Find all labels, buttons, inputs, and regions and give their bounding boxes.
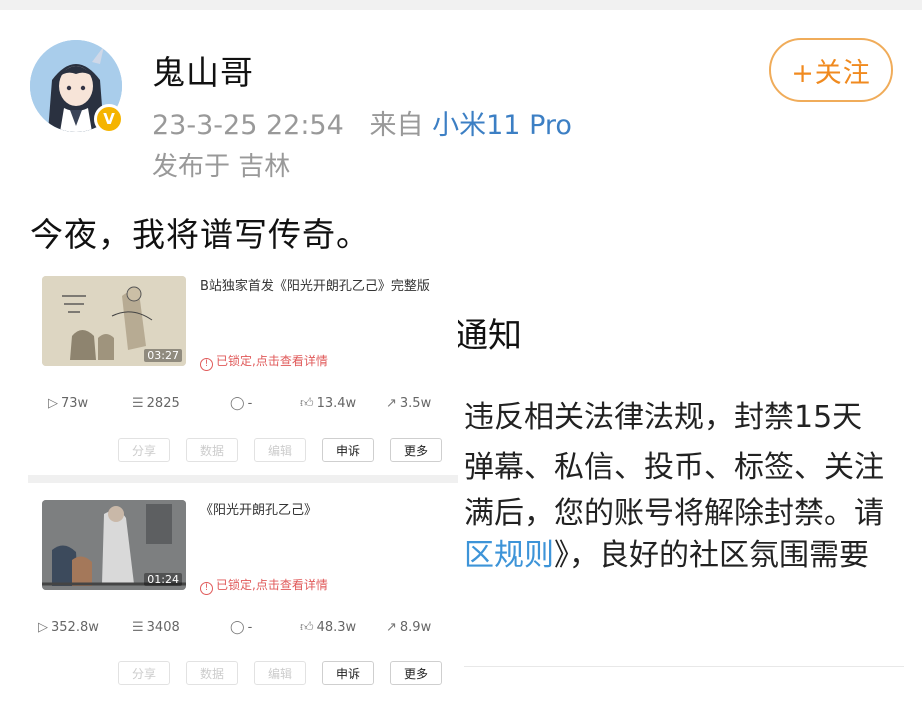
edit-button[interactable]: 编辑 [254, 661, 306, 685]
danmaku-count: 2825 [146, 396, 180, 411]
danmaku-icon: ☰ [132, 620, 144, 635]
edit-button[interactable]: 编辑 [254, 438, 306, 462]
comments-count: - [247, 396, 253, 411]
appeal-button[interactable]: 申诉 [322, 438, 374, 462]
notice-line: 满后，您的账号将解除封禁。请 [464, 496, 884, 531]
data-button[interactable]: 数据 [186, 438, 238, 462]
post-location: 发布于 吉林 [152, 152, 291, 182]
share-arrow-icon: ↗ [386, 396, 397, 411]
lock-notice[interactable]: ! 已锁定,点击查看详情 [200, 576, 328, 595]
follow-button[interactable]: +关注 [769, 38, 893, 102]
username[interactable]: 鬼山哥 [152, 46, 254, 94]
plays-count: 73w [61, 396, 89, 411]
video-title[interactable]: 《阳光开朗孔乙己》 [200, 500, 450, 521]
video-thumbnail[interactable]: 03:27 [42, 276, 186, 366]
video-thumbnail[interactable]: 01:24 [42, 500, 186, 590]
plays-stat: ▷ 352.8w [38, 620, 99, 635]
notice-line-rest: 》，良好的社区氛围需要 [554, 538, 869, 573]
comments-stat: ◯ - [230, 620, 252, 635]
post-timestamp: 23-3-25 22:54 [152, 110, 344, 141]
share-button[interactable]: 分享 [118, 438, 170, 462]
danmaku-stat: ☰ 2825 [132, 396, 180, 411]
shares-count: 8.9w [399, 620, 432, 635]
comments-count: - [247, 620, 253, 635]
plays-stat: ▷ 73w [48, 396, 88, 411]
lock-notice-text: 已锁定,点击查看详情 [216, 578, 328, 592]
card-separator [28, 475, 458, 483]
post-meta: 23-3-25 22:54 来自 小米11 Pro [152, 103, 572, 142]
alert-icon: ! [200, 358, 213, 371]
community-rules-link[interactable]: 区规则 [464, 538, 554, 573]
video-card[interactable]: 03:27 B站独家首发《阳光开朗孔乙己》完整版 ! 已锁定,点击查看详情 ▷ 73… [28, 262, 458, 475]
share-button[interactable]: 分享 [118, 661, 170, 685]
share-arrow-icon: ↗ [386, 620, 397, 635]
divider [464, 666, 904, 667]
appeal-button[interactable]: 申诉 [322, 661, 374, 685]
likes-count: 48.3w [316, 620, 357, 635]
source-prefix: 来自 [369, 110, 424, 141]
comment-icon: ◯ [230, 620, 245, 635]
plays-count: 352.8w [51, 620, 99, 635]
likes-stat: 👍︎ 13.4w [300, 396, 356, 411]
ban-notice-screenshot: 通知 违反相关法律法规，封禁15天 弹幕、私信、投币、标签、关注 满后，您的账号… [458, 262, 922, 702]
lock-notice[interactable]: ! 已锁定,点击查看详情 [200, 352, 328, 371]
more-button[interactable]: 更多 [390, 661, 442, 685]
data-button[interactable]: 数据 [186, 661, 238, 685]
shares-count: 3.5w [399, 396, 432, 411]
top-band [0, 0, 922, 10]
comment-icon: ◯ [230, 396, 245, 411]
video-list-screenshot[interactable]: 03:27 B站独家首发《阳光开朗孔乙己》完整版 ! 已锁定,点击查看详情 ▷ 73… [28, 262, 458, 700]
alert-icon: ! [200, 582, 213, 595]
play-icon: ▷ [38, 620, 48, 635]
notice-line: 区规则》，良好的社区氛围需要 [464, 530, 869, 574]
shares-stat: ↗ 8.9w [386, 620, 431, 635]
device-link[interactable]: 小米11 Pro [432, 110, 572, 141]
more-button[interactable]: 更多 [390, 438, 442, 462]
likes-count: 13.4w [316, 396, 357, 411]
danmaku-stat: ☰ 3408 [132, 620, 180, 635]
danmaku-icon: ☰ [132, 396, 144, 411]
thumbs-up-icon: 👍︎ [300, 620, 314, 635]
notice-line: 违反相关法律法规，封禁15天 [464, 400, 863, 435]
comments-stat: ◯ - [230, 396, 252, 411]
lock-notice-text: 已锁定,点击查看详情 [216, 354, 328, 368]
video-duration: 01:24 [144, 573, 182, 586]
notice-line: 弹幕、私信、投币、标签、关注 [464, 450, 884, 485]
video-title[interactable]: B站独家首发《阳光开朗孔乙己》完整版 [200, 276, 450, 297]
video-card[interactable]: 01:24 《阳光开朗孔乙己》 ! 已锁定,点击查看详情 ▷ 352.8w ☰ 340… [28, 483, 458, 700]
likes-stat: 👍︎ 48.3w [300, 620, 356, 635]
thumbs-up-icon: 👍︎ [300, 396, 314, 411]
post-text: 今夜，我将谱写传奇。 [30, 215, 370, 254]
notice-title: 通知 [458, 316, 522, 356]
danmaku-count: 3408 [146, 620, 180, 635]
shares-stat: ↗ 3.5w [386, 396, 431, 411]
play-icon: ▷ [48, 396, 58, 411]
video-duration: 03:27 [144, 349, 182, 362]
verified-badge-icon: V [94, 104, 124, 134]
